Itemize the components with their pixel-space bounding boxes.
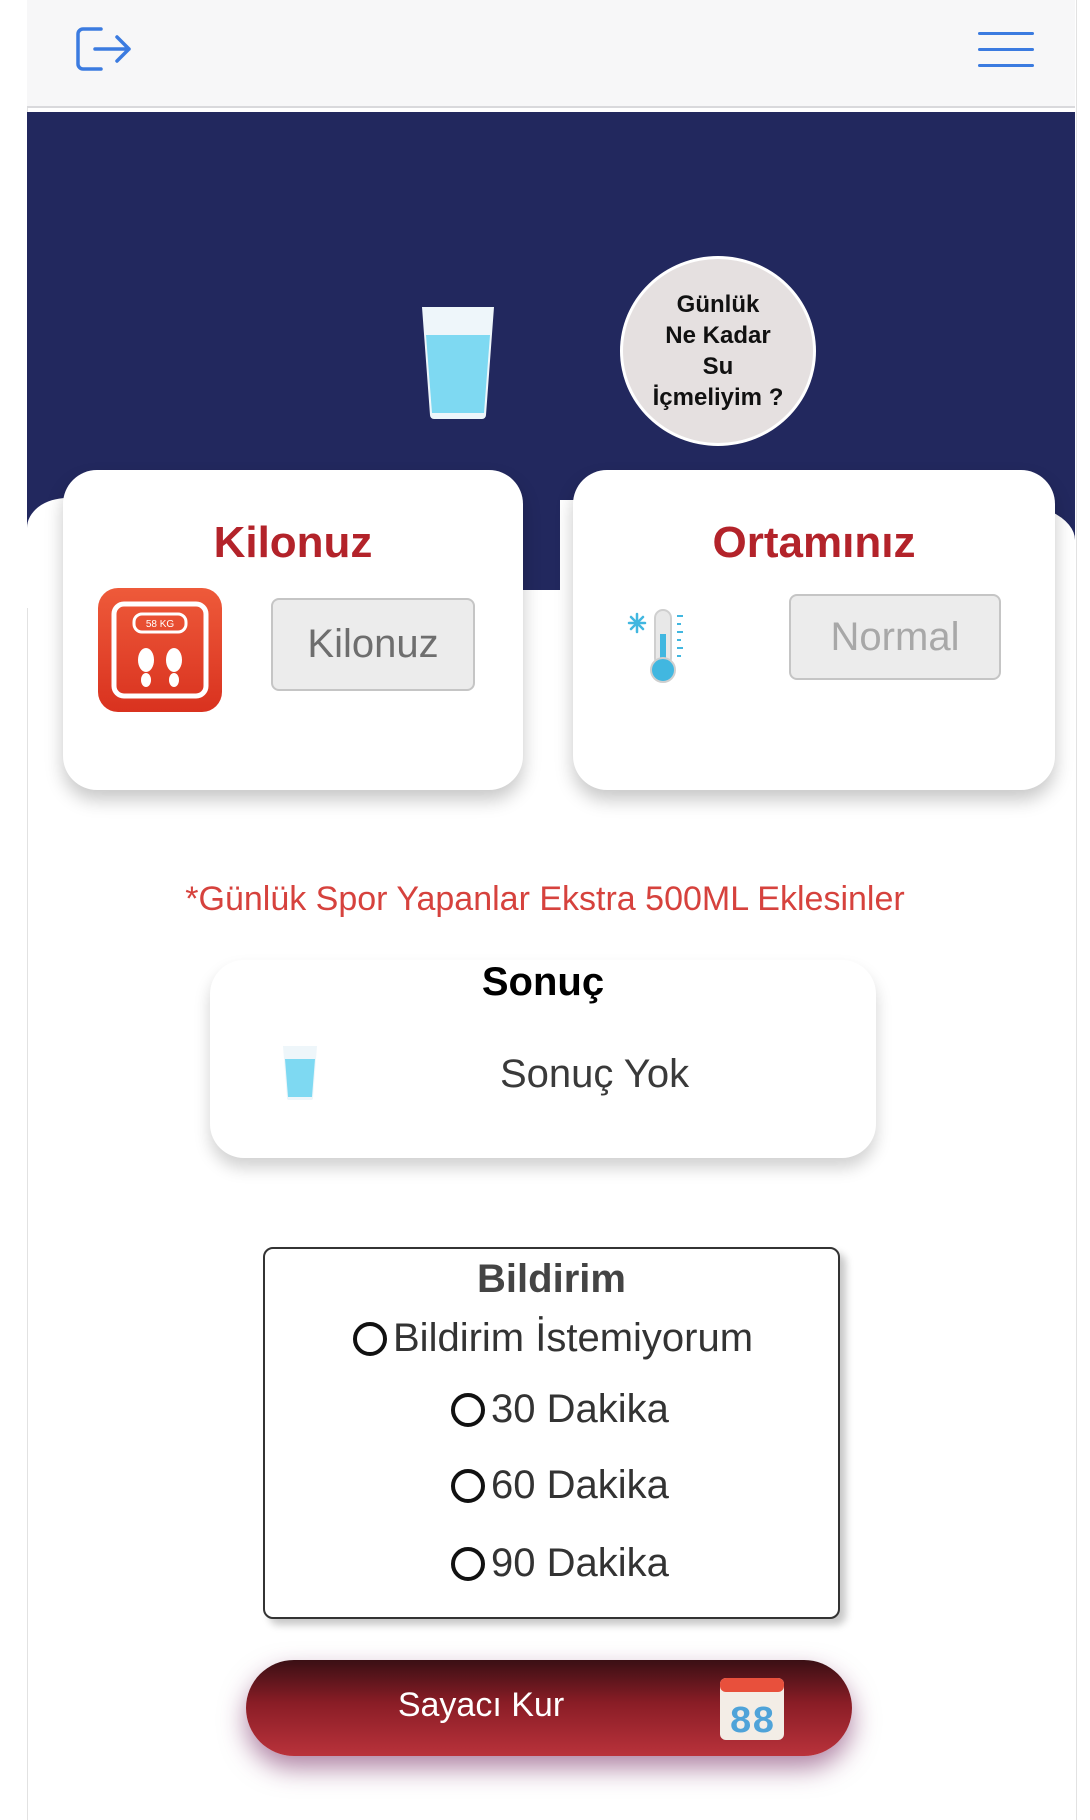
info-bubble[interactable]: Günlük Ne Kadar Su İçmeliyim ? (620, 256, 816, 446)
environment-card: Ortamınız Normal (573, 470, 1055, 790)
radio-option-none[interactable]: Bildirim İstemiyorum (353, 1316, 753, 1361)
result-value: Sonuç Yok (500, 1052, 690, 1096)
notification-title: Bildirim (477, 1257, 626, 1301)
water-glass-icon (422, 307, 494, 419)
radio-button[interactable] (451, 1468, 485, 1503)
result-title: Sonuç (481, 960, 605, 1004)
radio-button[interactable] (353, 1321, 387, 1356)
set-timer-button[interactable]: Sayacı Kur 88 (246, 1660, 852, 1756)
radio-option-90[interactable]: 90 Dakika (451, 1541, 669, 1586)
radio-button[interactable] (451, 1546, 485, 1581)
scale-display-text: 58 KG (146, 619, 175, 630)
environment-card-title: Ortamınız (712, 518, 916, 567)
set-timer-label: Sayacı Kur (397, 1686, 565, 1724)
radio-label: 60 Dakika (491, 1463, 669, 1507)
hamburger-menu-icon[interactable] (978, 30, 1034, 70)
thermometer-cold-icon (627, 609, 683, 683)
notification-box: Bildirim Bildirim İstemiyorum 30 Dakika … (263, 1247, 840, 1619)
radio-label: 90 Dakika (491, 1541, 669, 1585)
top-navigation-bar (27, 0, 1075, 108)
weight-card: Kilonuz 58 KG Kilonuz (63, 470, 523, 790)
radio-option-30[interactable]: 30 Dakika (451, 1387, 669, 1432)
radio-button[interactable] (451, 1392, 485, 1427)
water-glass-icon (283, 1046, 317, 1100)
exercise-note: *Günlük Spor Yapanlar Ekstra 500ML Ekles… (185, 880, 905, 918)
radio-label: Bildirim İstemiyorum (393, 1316, 754, 1360)
environment-select[interactable]: Normal (789, 594, 1001, 680)
calendar-counter-text: 88 (729, 1701, 775, 1742)
radio-label: 30 Dakika (491, 1387, 669, 1431)
calendar-counter-icon: 88 (720, 1678, 784, 1742)
weight-card-title: Kilonuz (213, 518, 373, 567)
weight-input[interactable]: Kilonuz (271, 598, 475, 691)
radio-option-60[interactable]: 60 Dakika (451, 1463, 669, 1508)
logout-icon[interactable] (75, 25, 133, 73)
scale-icon: 58 KG (98, 588, 222, 712)
info-bubble-text: Günlük Ne Kadar Su İçmeliyim ? (652, 291, 784, 411)
result-card: Sonuç Sonuç Yok (210, 960, 876, 1158)
